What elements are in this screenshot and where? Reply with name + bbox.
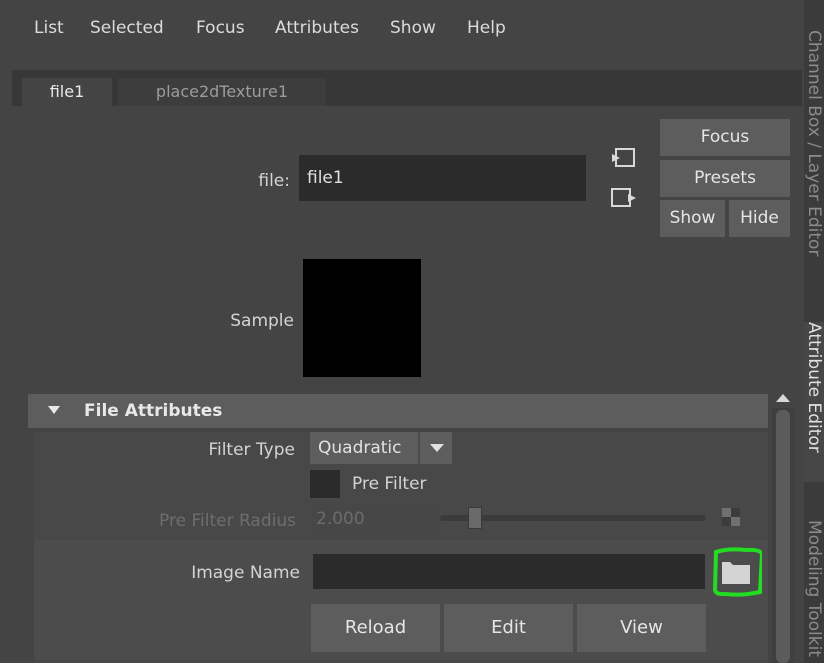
input-connections-icon[interactable] [610,146,638,170]
collapse-arrow-icon [48,406,60,414]
pre-filter-radius-label: Pre Filter Radius [159,511,296,531]
view-button[interactable]: View [577,604,706,652]
menu-help[interactable]: Help [467,18,506,38]
browse-folder-button[interactable] [712,546,765,598]
filter-type-label: Filter Type [208,440,295,460]
slider-handle [468,507,482,529]
image-name-field[interactable] [313,554,705,589]
tab-channel-box[interactable]: Channel Box / Layer Editor [804,30,824,290]
file-attributes-header[interactable]: File Attributes [28,394,768,428]
image-name-label: Image Name [191,563,300,583]
tab-place2dtexture1[interactable]: place2dTexture1 [118,78,326,106]
presets-button[interactable]: Presets [660,160,790,197]
pre-filter-label: Pre Filter [352,474,427,494]
dropdown-arrow-button[interactable] [418,432,452,464]
folder-icon [722,562,750,584]
show-button[interactable]: Show [660,200,725,237]
menu-focus[interactable]: Focus [196,18,245,38]
tab-attribute-editor[interactable]: Attribute Editor [804,322,824,482]
reload-button[interactable]: Reload [311,604,440,652]
menu-selected[interactable]: Selected [90,18,164,38]
focus-button[interactable]: Focus [660,119,790,156]
tab-file1[interactable]: file1 [22,78,112,106]
node-tab-strip: file1 place2dTexture1 [12,70,802,106]
sample-label: Sample [230,311,294,331]
menu-show[interactable]: Show [390,18,436,38]
pre-filter-radius-field: 2.000 [310,502,436,536]
menu-attributes[interactable]: Attributes [275,18,359,38]
side-rail: Channel Box / Layer Editor Attribute Edi… [804,0,824,663]
vertical-scrollbar[interactable] [772,408,794,663]
hide-button[interactable]: Hide [729,200,790,237]
scrollbar-thumb[interactable] [776,410,790,663]
node-name-field[interactable]: file1 [299,155,586,201]
filter-type-value: Quadratic [318,438,402,458]
map-texture-icon [722,508,740,526]
pre-filter-checkbox[interactable] [310,470,340,498]
edit-button[interactable]: Edit [444,604,573,652]
scroll-up-arrow-icon[interactable] [776,394,790,402]
node-name-label: file: [258,171,290,191]
output-connections-icon[interactable] [610,186,638,210]
menu-bar: List Selected Focus Attributes Show Help [0,0,804,60]
sample-swatch [303,259,421,377]
filter-type-dropdown[interactable]: Quadratic [310,432,452,464]
section-title: File Attributes [84,401,223,421]
menu-list[interactable]: List [34,18,64,38]
chevron-down-icon [430,444,444,452]
tab-modeling-toolkit[interactable]: Modeling Toolkit [804,520,824,663]
